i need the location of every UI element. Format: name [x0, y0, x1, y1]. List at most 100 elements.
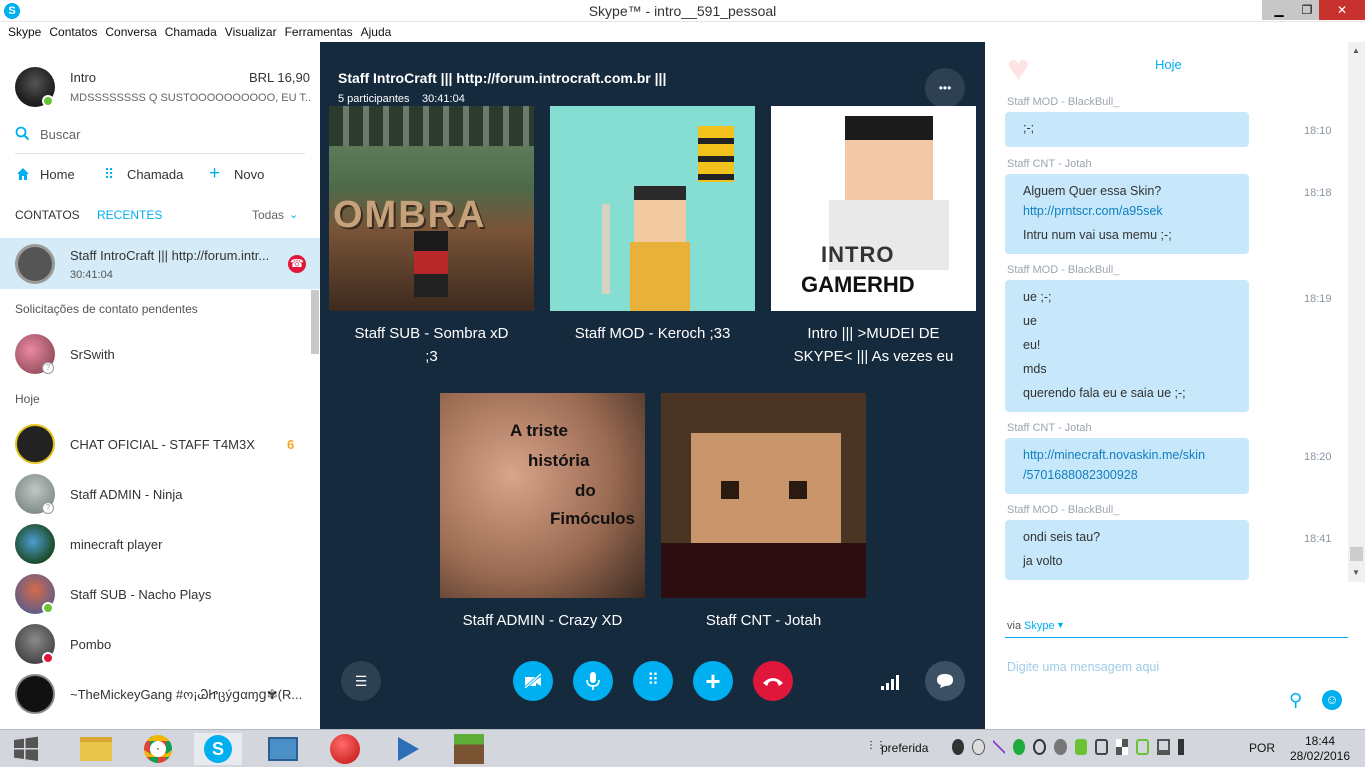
- media-player-icon[interactable]: [382, 733, 430, 765]
- participant-video-crazy[interactable]: A triste história do Fimóculos: [440, 393, 645, 598]
- more-options-button[interactable]: •••: [925, 68, 965, 108]
- contact-name[interactable]: SrSwith: [70, 347, 115, 362]
- menu-skype[interactable]: Skype: [4, 22, 45, 42]
- profile-name[interactable]: Intro: [70, 70, 96, 85]
- windows-icon[interactable]: [1115, 739, 1129, 755]
- contact-name[interactable]: Pombo: [70, 637, 111, 652]
- signal-strength-icon[interactable]: [881, 674, 901, 690]
- nav-new[interactable]: Novo: [234, 167, 264, 182]
- menu-conversa[interactable]: Conversa: [101, 22, 160, 42]
- participant-name: Staff SUB - Sombra xD: [354, 325, 509, 342]
- via-app-dropdown[interactable]: Skype: [1024, 620, 1055, 632]
- participant-video-sombra[interactable]: OMBRA: [329, 106, 534, 311]
- contact-avatar[interactable]: [15, 524, 55, 564]
- message-bubble[interactable]: ondi seis tau? ja volto: [1005, 520, 1249, 580]
- attach-icon[interactable]: ⚲: [1289, 690, 1302, 711]
- chrome-icon[interactable]: [134, 733, 182, 765]
- chat-toggle-button[interactable]: [925, 661, 965, 701]
- message-link[interactable]: http://prntscr.com/a95sek: [1023, 204, 1163, 218]
- message-bubble[interactable]: http://minecraft.novaskin.me/skin /57016…: [1005, 438, 1249, 494]
- menu-chamada[interactable]: Chamada: [161, 22, 221, 42]
- credit-balance[interactable]: BRL 16,90: [249, 70, 310, 85]
- busy-status-icon: [42, 652, 54, 664]
- steam-icon[interactable]: [952, 739, 965, 755]
- menu-bar: Skype Contatos Conversa Chamada Visualizar Fe…: [0, 22, 1365, 42]
- nav-home[interactable]: Home: [40, 167, 75, 182]
- call-duration: 30:41:04: [422, 93, 465, 105]
- message-text: ue ;-;: [1023, 290, 1052, 304]
- message-time: 18:41: [1304, 533, 1332, 545]
- add-participant-button[interactable]: +: [693, 661, 733, 701]
- message-input[interactable]: Digite uma mensagem aqui: [1007, 660, 1159, 674]
- tab-contacts[interactable]: CONTATOS: [15, 208, 80, 222]
- participant-name: Staff ADMIN - Crazy XD: [462, 612, 623, 629]
- toolbar-label[interactable]: preferida: [881, 741, 928, 755]
- end-call-icon[interactable]: ☎: [288, 255, 306, 273]
- pen-icon[interactable]: [992, 739, 1006, 755]
- contact-avatar[interactable]: [15, 674, 55, 714]
- message-bubble[interactable]: ue ;-; ue eu! mds querendo fala eu e sai…: [1005, 280, 1249, 412]
- participant-name: ;3: [425, 348, 438, 365]
- message-link[interactable]: /5701688082300928: [1023, 468, 1138, 482]
- scroll-down-icon[interactable]: ▼: [1352, 568, 1360, 577]
- character-eye: [721, 481, 739, 499]
- sync-icon[interactable]: [1013, 739, 1026, 755]
- dialpad-button[interactable]: ⠿: [633, 661, 673, 701]
- menu-visualizar[interactable]: Visualizar: [221, 22, 281, 42]
- message-bubble[interactable]: ;-;: [1005, 112, 1249, 147]
- search-icon: [15, 126, 30, 141]
- menu-ajuda[interactable]: Ajuda: [357, 22, 396, 42]
- contact-name[interactable]: Staff ADMIN - Ninja: [70, 487, 182, 502]
- message-link[interactable]: http://minecraft.novaskin.me/skin: [1023, 448, 1205, 462]
- record-app-icon[interactable]: [320, 733, 368, 765]
- emoticon-icon[interactable]: ☺: [1322, 690, 1342, 710]
- tile-art-text: INTRO: [821, 242, 895, 267]
- app-tray-icon[interactable]: [1054, 739, 1067, 755]
- security-icon[interactable]: [1074, 739, 1087, 755]
- participants-list-button[interactable]: ☰: [341, 661, 381, 701]
- start-button[interactable]: [4, 733, 52, 765]
- active-call-item[interactable]: Staff IntroCraft ||| http://forum.intr..…: [0, 238, 320, 289]
- participant-video-jotah[interactable]: [661, 393, 866, 598]
- end-call-button[interactable]: [753, 661, 793, 701]
- minecraft-icon[interactable]: [444, 733, 492, 765]
- language-indicator[interactable]: POR: [1249, 741, 1275, 755]
- file-explorer-icon[interactable]: [72, 733, 120, 765]
- participant-video-intro[interactable]: INTRO GAMERHD: [771, 106, 976, 311]
- message-bubble[interactable]: Alguem Quer essa Skin? http://prntscr.co…: [1005, 174, 1249, 254]
- participant-count: 5 participantes: [338, 93, 410, 105]
- app-tray-icon[interactable]: [1033, 739, 1047, 755]
- skype-taskbar-icon[interactable]: S: [194, 733, 242, 765]
- sidebar-scrollbar[interactable]: [311, 290, 319, 354]
- volume-icon[interactable]: [1178, 739, 1192, 755]
- filter-dropdown[interactable]: Todas: [252, 208, 284, 222]
- tab-recent[interactable]: RECENTES: [97, 208, 162, 222]
- contact-avatar[interactable]: [15, 424, 55, 464]
- clock-time[interactable]: 18:44: [1290, 734, 1350, 748]
- chat-scrollbar[interactable]: ▲ ▼: [1348, 42, 1365, 582]
- menu-ferramentas[interactable]: Ferramentas: [281, 22, 357, 42]
- nav-call[interactable]: Chamada: [127, 167, 183, 182]
- network-check-icon[interactable]: [1136, 739, 1150, 755]
- microphone-button[interactable]: [573, 661, 613, 701]
- app-tray-icon[interactable]: [1094, 739, 1108, 755]
- display-icon[interactable]: [1157, 739, 1171, 755]
- pending-status-icon: ?: [42, 502, 54, 514]
- scroll-up-icon[interactable]: ▲: [1352, 46, 1360, 55]
- video-off-button[interactable]: [513, 661, 553, 701]
- message-time: 18:20: [1304, 451, 1332, 463]
- contact-name[interactable]: minecraft player: [70, 537, 162, 552]
- scroll-thumb[interactable]: [1350, 547, 1363, 561]
- contact-name[interactable]: ~TheMickeyGang #ო¡ᏊᏥცýցαɱց✾(R...: [70, 687, 302, 703]
- menu-contatos[interactable]: Contatos: [45, 22, 101, 42]
- mood-message[interactable]: MDSSSSSSSS Q SUSTOOOOOOOOOO, EU T...: [70, 92, 310, 104]
- close-button[interactable]: ✕: [1319, 0, 1365, 20]
- character-head: [845, 116, 933, 200]
- search-input[interactable]: Buscar: [40, 127, 80, 142]
- clock-date[interactable]: 28/02/2016: [1288, 749, 1352, 763]
- app-tray-icon[interactable]: [972, 739, 985, 755]
- control-panel-icon[interactable]: [258, 733, 306, 765]
- participant-video-keroch[interactable]: [550, 106, 755, 311]
- contact-name[interactable]: CHAT OFICIAL - STAFF T4M3X: [70, 437, 255, 452]
- contact-name[interactable]: Staff SUB - Nacho Plays: [70, 587, 211, 602]
